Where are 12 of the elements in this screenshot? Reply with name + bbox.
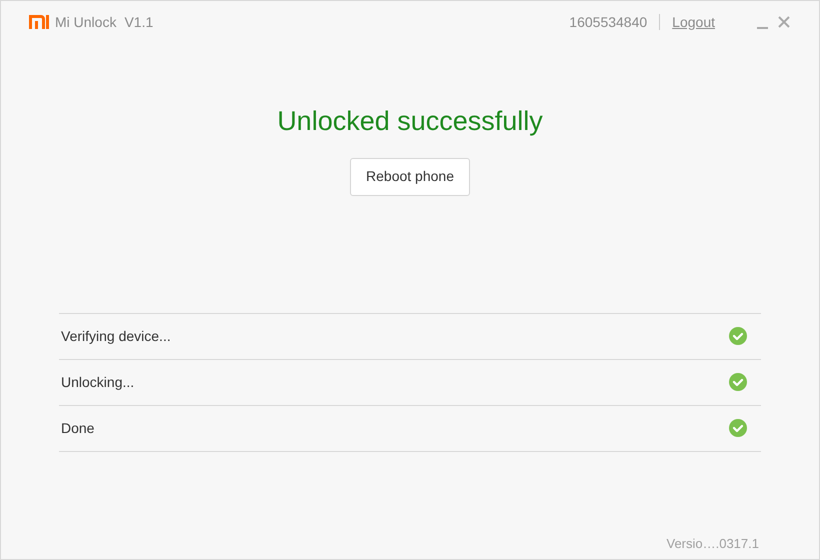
close-button[interactable] [777,15,791,29]
account-id: 1605534840 [569,12,648,32]
step-label: Done [61,418,94,438]
mi-logo-icon [29,15,49,29]
version-text: Versio….0317.1 [666,534,759,552]
success-title: Unlocked successfully [277,105,543,138]
step-label: Verifying device... [61,326,171,346]
reboot-phone-button[interactable]: Reboot phone [350,158,470,196]
app-name: Mi Unlock [55,12,116,32]
step-label: Unlocking... [61,372,134,392]
app-version: V1.1 [124,12,154,32]
close-icon [778,16,790,28]
